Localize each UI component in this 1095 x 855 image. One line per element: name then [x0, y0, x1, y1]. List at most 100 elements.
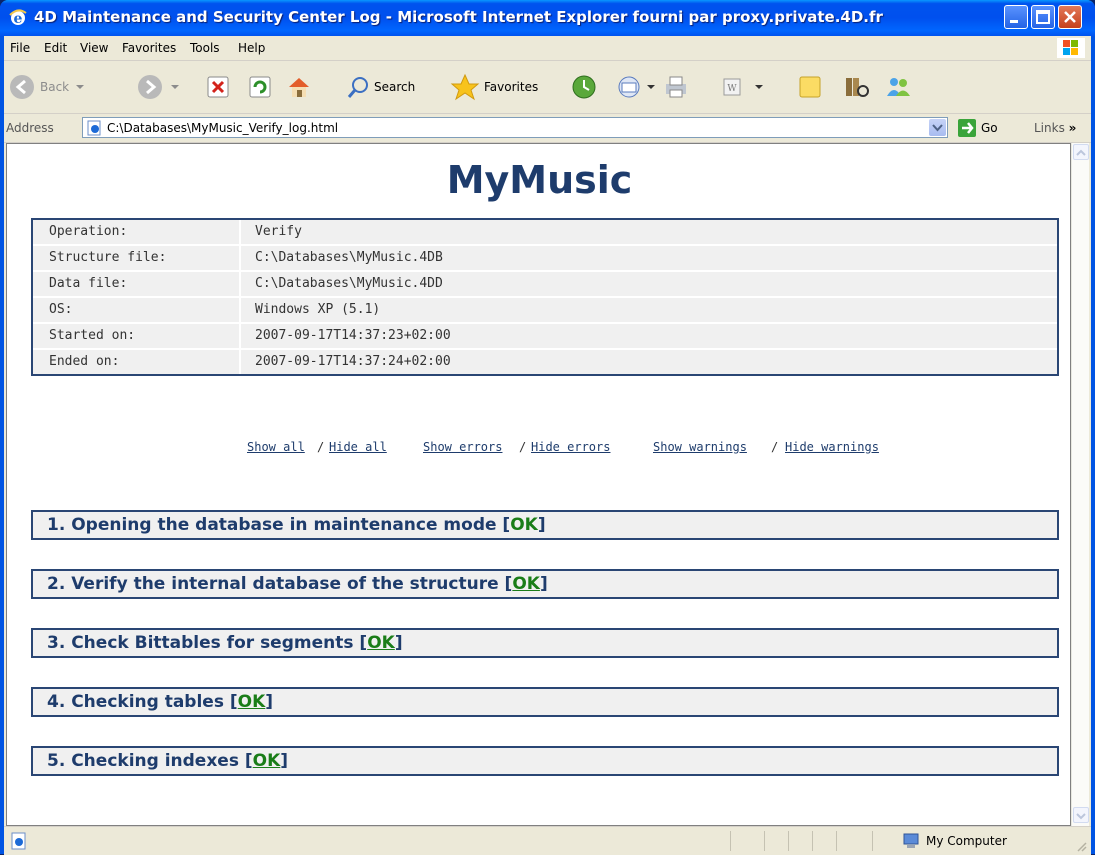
step-label: 2. Verify the internal database of the s…: [47, 574, 499, 594]
step-opening-database[interactable]: 1. Opening the database in maintenance m…: [31, 510, 1059, 540]
step-label: 3. Check Bittables for segments: [47, 633, 354, 653]
menu-help[interactable]: Help: [238, 41, 265, 55]
info-value: 2007-09-17T14:37:24+02:00: [255, 354, 451, 369]
scroll-down-button[interactable]: [1073, 807, 1089, 823]
status-divider: [764, 831, 765, 851]
favorites-star-icon: [450, 73, 480, 101]
resize-grip-icon[interactable]: [1075, 840, 1087, 852]
discuss-button[interactable]: [796, 73, 824, 101]
address-dropdown-button[interactable]: [929, 119, 946, 136]
links-button[interactable]: Links »: [1034, 121, 1076, 135]
show-warnings-link[interactable]: Show warnings: [653, 440, 747, 454]
close-icon: [1064, 11, 1076, 23]
step-checking-tables[interactable]: 4. Checking tables [OK]: [31, 687, 1059, 717]
print-button[interactable]: [662, 73, 690, 101]
status-ok-link[interactable]: OK: [512, 574, 540, 594]
svg-text:e: e: [14, 11, 23, 27]
messenger-button[interactable]: [884, 73, 912, 101]
show-errors-link[interactable]: Show errors: [423, 440, 502, 454]
zone-label: My Computer: [926, 834, 1007, 848]
info-table: Operation: Verify Structure file: C:\Dat…: [31, 218, 1059, 376]
research-button[interactable]: [842, 73, 870, 101]
back-button[interactable]: Back: [8, 73, 85, 101]
address-input[interactable]: C:\Databases\MyMusic_Verify_log.html: [82, 117, 948, 138]
step-label: 4. Checking tables: [47, 692, 224, 712]
info-value: Windows XP (5.1): [255, 302, 381, 317]
separator: /: [519, 440, 527, 454]
address-url: C:\Databases\MyMusic_Verify_log.html: [107, 121, 339, 135]
chevron-down-icon: [171, 85, 179, 89]
history-icon: [572, 75, 596, 99]
info-key: OS:: [33, 298, 241, 322]
close-button[interactable]: [1058, 5, 1082, 29]
step-checking-indexes[interactable]: 5. Checking indexes [OK]: [31, 746, 1059, 776]
vertical-scrollbar[interactable]: [1071, 143, 1089, 826]
menu-tools[interactable]: Tools: [190, 41, 220, 55]
mail-button[interactable]: [616, 73, 656, 101]
menu-bar: File Edit View Favorites Tools Help: [4, 36, 1091, 61]
forward-button[interactable]: [136, 73, 180, 101]
window-title: 4D Maintenance and Security Center Log -…: [34, 8, 883, 26]
status-divider: [836, 831, 837, 851]
info-row: Structure file: C:\Databases\MyMusic.4DB: [33, 246, 1057, 272]
minimize-button[interactable]: [1004, 5, 1028, 29]
hide-warnings-link[interactable]: Hide warnings: [785, 440, 879, 454]
messenger-icon: [887, 78, 910, 96]
chevron-down-icon: [932, 124, 943, 132]
go-label: Go: [981, 121, 998, 135]
home-button[interactable]: [286, 73, 312, 101]
history-button[interactable]: [570, 73, 598, 101]
client-area: File Edit View Favorites Tools Help Back: [4, 36, 1091, 855]
info-key: Operation:: [33, 220, 241, 244]
info-key: Ended on:: [33, 350, 241, 374]
status-ok-link[interactable]: OK: [253, 751, 281, 771]
browser-window: e 4D Maintenance and Security Center Log…: [0, 0, 1095, 855]
page-icon: [87, 120, 101, 136]
refresh-button[interactable]: [248, 73, 272, 101]
info-value: Verify: [255, 224, 302, 239]
stop-button[interactable]: [206, 73, 230, 101]
scroll-up-button[interactable]: [1073, 144, 1089, 160]
maximize-icon: [1036, 10, 1050, 24]
menu-file[interactable]: File: [10, 41, 30, 55]
menu-edit[interactable]: Edit: [44, 41, 67, 55]
step-check-bittables[interactable]: 3. Check Bittables for segments [OK]: [31, 628, 1059, 658]
menu-favorites[interactable]: Favorites: [122, 41, 176, 55]
chevron-down-icon: [647, 85, 655, 89]
chevron-down-icon: [76, 85, 85, 89]
go-arrow-icon: [958, 119, 976, 137]
status-divider: [872, 831, 873, 851]
address-label: Address: [6, 121, 54, 135]
refresh-icon: [249, 76, 271, 98]
status-ok-link[interactable]: OK: [238, 692, 266, 712]
status-ok-link[interactable]: OK: [367, 633, 395, 653]
info-key: Structure file:: [33, 246, 241, 270]
menu-view[interactable]: View: [80, 41, 108, 55]
maximize-button[interactable]: [1031, 5, 1055, 29]
status-divider: [788, 831, 789, 851]
status-bar: My Computer: [4, 826, 1091, 855]
status-divider: [812, 831, 813, 851]
info-key: Data file:: [33, 272, 241, 296]
edit-button[interactable]: W: [720, 73, 764, 101]
show-all-link[interactable]: Show all: [247, 440, 305, 454]
my-computer-icon: [903, 833, 919, 848]
back-label: Back: [40, 80, 70, 94]
hide-all-link[interactable]: Hide all: [329, 440, 387, 454]
search-button[interactable]: Search: [346, 73, 415, 101]
ie-logo-icon: e: [9, 9, 27, 27]
svg-text:W: W: [727, 84, 737, 94]
info-value: C:\Databases\MyMusic.4DB: [255, 250, 443, 265]
standard-toolbar: Back Search Favorites W: [4, 61, 1091, 114]
go-button[interactable]: Go: [957, 118, 998, 138]
info-row: Data file: C:\Databases\MyMusic.4DD: [33, 272, 1057, 298]
title-bar[interactable]: e 4D Maintenance and Security Center Log…: [0, 0, 1095, 36]
hide-errors-link[interactable]: Hide errors: [531, 440, 610, 454]
favorites-button[interactable]: Favorites: [450, 73, 538, 101]
status-ok: OK: [510, 515, 538, 535]
step-label: 1. Opening the database in maintenance m…: [47, 515, 497, 535]
info-row: OS: Windows XP (5.1): [33, 298, 1057, 324]
search-label: Search: [374, 80, 416, 94]
page-status-icon: [11, 832, 26, 850]
step-verify-structure[interactable]: 2. Verify the internal database of the s…: [31, 569, 1059, 599]
